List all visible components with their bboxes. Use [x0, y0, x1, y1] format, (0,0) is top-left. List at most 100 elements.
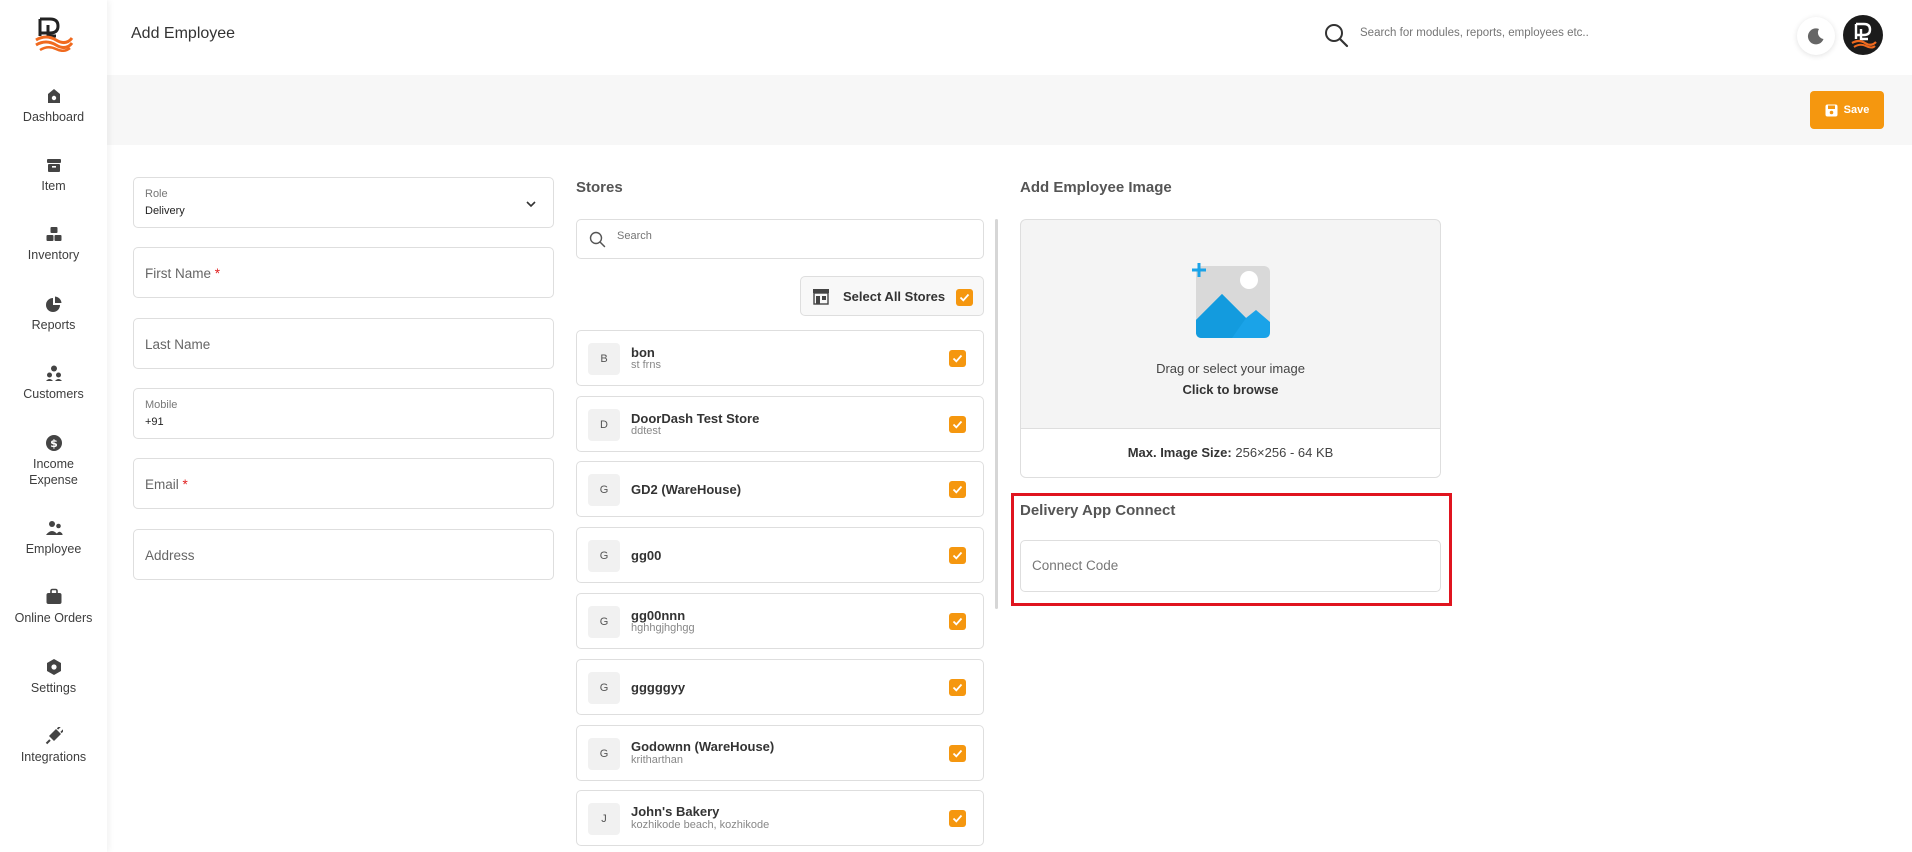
- stores-title: Stores: [576, 179, 623, 196]
- max-image-size-label: Max. Image Size:: [1127, 445, 1232, 460]
- brand-logo[interactable]: [34, 16, 74, 52]
- mobile-label: Mobile: [145, 399, 178, 411]
- global-search-input[interactable]: [1360, 27, 1640, 39]
- store-item[interactable]: B bon st frns: [576, 330, 984, 386]
- store-item[interactable]: G gggggyy: [576, 659, 984, 715]
- sidebar-item-label: Settings: [30, 681, 77, 695]
- settings-icon: [45, 658, 63, 676]
- store-name: gg00nnn: [631, 608, 686, 623]
- store-item[interactable]: G GD2 (WareHouse): [576, 461, 984, 517]
- upload-instruction: Drag or select your image: [1156, 361, 1305, 376]
- store-name: gggggyy: [631, 680, 686, 695]
- sidebar-item-employee[interactable]: Employee: [0, 519, 107, 557]
- store-checkbox[interactable]: [949, 679, 966, 696]
- store-item[interactable]: G gg00nnn hghhgjhghgg: [576, 593, 984, 649]
- pie-chart-icon: [45, 295, 63, 313]
- action-toolbar: Save: [107, 75, 1912, 145]
- store-item[interactable]: G gg00: [576, 527, 984, 583]
- store-search-input[interactable]: [617, 230, 917, 242]
- store-checkbox[interactable]: [949, 481, 966, 498]
- search-icon[interactable]: [1323, 22, 1349, 48]
- sidebar-item-inventory[interactable]: Inventory: [0, 225, 107, 263]
- mobile-country-code: +91: [145, 416, 164, 428]
- store-initial: B: [588, 343, 620, 375]
- click-to-browse-link[interactable]: Click to browse: [1021, 382, 1440, 397]
- store-checkbox[interactable]: [949, 745, 966, 762]
- sidebar-item-label: Employee: [25, 542, 82, 556]
- last-name-placeholder: Last Name: [145, 337, 211, 352]
- select-all-stores-label: Select All Stores: [843, 289, 946, 304]
- search-icon: [589, 231, 606, 248]
- store-item[interactable]: J John's Bakery kozhikode beach, kozhiko…: [576, 790, 984, 846]
- select-all-checkbox[interactable]: [956, 289, 973, 306]
- store-name: bon: [631, 345, 655, 360]
- connect-code-input[interactable]: [1032, 558, 1412, 573]
- mobile-field[interactable]: Mobile +91: [133, 388, 554, 439]
- store-checkbox[interactable]: [949, 613, 966, 630]
- store-checkbox[interactable]: [949, 416, 966, 433]
- store-name: Godownn (WareHouse): [631, 739, 775, 754]
- max-image-size-value: 256×256 - 64 KB: [1235, 445, 1334, 460]
- sidebar-item-label: Online Orders: [14, 611, 93, 625]
- avatar[interactable]: [1843, 15, 1883, 55]
- store-checkbox[interactable]: [949, 350, 966, 367]
- store-search-field[interactable]: [576, 219, 984, 259]
- store-initial: G: [588, 540, 620, 572]
- store-initial: J: [588, 803, 620, 835]
- sidebar-item-online-orders[interactable]: Online Orders: [0, 588, 107, 626]
- image-upload-dropzone[interactable]: Drag or select your image Click to brows…: [1020, 219, 1441, 478]
- email-field[interactable]: Email *: [133, 458, 554, 509]
- store-item[interactable]: G Godownn (WareHouse) kritharthan: [576, 725, 984, 781]
- sidebar-item-item[interactable]: Item: [0, 156, 107, 194]
- sidebar-item-income-expense[interactable]: $ Income Expense: [0, 434, 107, 488]
- address-field[interactable]: Address: [133, 529, 554, 580]
- store-initial: D: [588, 409, 620, 441]
- connect-code-field[interactable]: [1020, 540, 1441, 592]
- bag-icon: [45, 588, 63, 606]
- sidebar-item-customers[interactable]: Customers: [0, 364, 107, 402]
- plug-icon: [45, 727, 63, 745]
- max-image-size-info: Max. Image Size: 256×256 - 64 KB: [1021, 428, 1440, 477]
- select-all-stores-button[interactable]: Select All Stores: [800, 276, 984, 316]
- store-initial: G: [588, 474, 620, 506]
- sidebar-item-settings[interactable]: Settings: [0, 658, 107, 696]
- store-checkbox[interactable]: [949, 810, 966, 827]
- sidebar-item-label: Income Expense: [29, 457, 78, 487]
- save-button[interactable]: Save: [1810, 91, 1884, 129]
- sidebar-item-label: Item: [41, 179, 66, 193]
- sidebar-item-label: Reports: [31, 318, 76, 332]
- item-icon: [45, 156, 63, 174]
- customers-icon: [45, 364, 63, 382]
- sidebar-item-reports[interactable]: Reports: [0, 295, 107, 333]
- stores-scrollbar[interactable]: [995, 219, 998, 609]
- store-name: DoorDash Test Store: [631, 411, 760, 426]
- store-initial: G: [588, 672, 620, 704]
- store-checkbox[interactable]: [949, 547, 966, 564]
- save-button-label: Save: [1843, 104, 1870, 116]
- sidebar-item-dashboard[interactable]: Dashboard: [0, 87, 107, 125]
- page-title: Add Employee: [131, 25, 236, 42]
- store-name: GD2 (WareHouse): [631, 482, 742, 497]
- sidebar-item-label: Integrations: [20, 750, 87, 764]
- employee-icon: [45, 519, 63, 537]
- store-subtitle: ddtest: [631, 425, 661, 437]
- last-name-field[interactable]: Last Name: [133, 318, 554, 369]
- add-image-icon: [1192, 263, 1270, 338]
- store-item[interactable]: D DoorDash Test Store ddtest: [576, 396, 984, 452]
- store-name: gg00: [631, 548, 662, 563]
- theme-toggle-button[interactable]: [1797, 17, 1835, 55]
- dollar-icon: $: [45, 434, 63, 452]
- store-icon: [813, 289, 829, 305]
- store-subtitle: kritharthan: [631, 754, 683, 766]
- role-value: Delivery: [145, 205, 185, 217]
- first-name-field[interactable]: First Name *: [133, 247, 554, 298]
- role-select[interactable]: Role Delivery: [133, 177, 554, 228]
- sidebar-item-integrations[interactable]: Integrations: [0, 727, 107, 765]
- store-initial: G: [588, 738, 620, 770]
- sidebar-item-label: Customers: [23, 387, 84, 401]
- moon-icon: [1807, 28, 1824, 45]
- email-placeholder: Email *: [145, 477, 188, 492]
- sidebar-item-label: Inventory: [27, 248, 80, 262]
- first-name-placeholder: First Name *: [145, 266, 221, 281]
- add-employee-image-title: Add Employee Image: [1020, 179, 1172, 196]
